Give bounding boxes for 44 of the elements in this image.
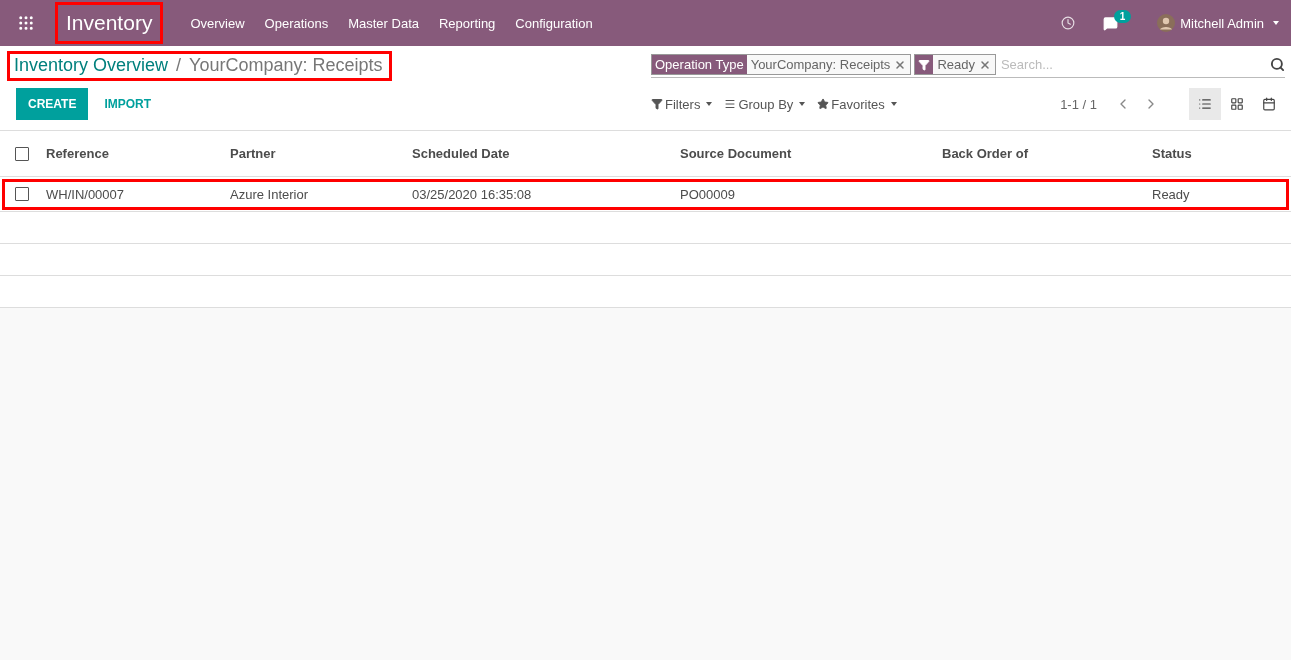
select-all-checkbox[interactable] (15, 146, 29, 161)
breadcrumb-link[interactable]: Inventory Overview (14, 55, 169, 76)
search-option-dropdown[interactable]: Filters (651, 96, 713, 112)
table-cell-text: PO00009 (680, 186, 736, 202)
menu-item[interactable]: Overview (180, 15, 255, 31)
search-option-dropdown[interactable]: Group By (724, 96, 806, 112)
search-option-dropdown[interactable]: Favorites (817, 96, 897, 112)
table-cell-text: Azure Interior (230, 186, 310, 202)
search-icon[interactable] (1270, 57, 1285, 72)
message-count-badge: 1 (1113, 9, 1132, 23)
menu-icon (724, 98, 737, 110)
menu-item[interactable]: Operations (254, 15, 339, 31)
calendar-icon (1262, 97, 1276, 111)
facet-label: Operation Type (652, 55, 747, 74)
column-header[interactable]: Reference (46, 146, 230, 161)
breadcrumb-current: YourCompany: Receipts (189, 55, 383, 76)
remove-icon[interactable] (978, 58, 991, 71)
menu-item[interactable]: Master Data (338, 15, 429, 31)
menu-item[interactable]: Reporting (429, 15, 506, 31)
search-bar[interactable]: Operation Type YourCompany: Receipts Ready Search... (651, 54, 1285, 78)
filter-icon (915, 55, 934, 74)
table-cell-text: WH/IN/00007 (46, 186, 126, 202)
grid-icon (1230, 97, 1244, 111)
menu-item[interactable]: Configuration (505, 15, 603, 31)
table-cell-text: 03/25/2020 16:35:08 (412, 186, 533, 202)
column-header[interactable]: Partner (230, 146, 412, 161)
column-header[interactable]: Scheduled Date (412, 146, 680, 161)
remove-icon[interactable] (894, 58, 907, 71)
breadcrumb-separator: / (176, 55, 182, 76)
row-checkbox[interactable] (15, 187, 29, 201)
filter-icon (651, 98, 663, 110)
avatar-icon (1157, 14, 1176, 32)
table-row[interactable]: WH/IN/00007 Azure Interior 03/25/2020 16:35:08 PO00009 Ready (0, 177, 1291, 212)
list-icon (1198, 97, 1212, 111)
column-header[interactable]: Status (1152, 146, 1288, 161)
table-cell-text: Ready (1152, 186, 1191, 202)
column-header[interactable]: Source Document (680, 146, 942, 161)
app-name: Inventory (58, 5, 161, 41)
user-menu[interactable]: Mitchell Admin (1149, 14, 1283, 32)
pager-value: 1-1 / 1 (1060, 96, 1097, 112)
column-header[interactable]: Back Order of (942, 146, 1152, 161)
facet-value: Ready (937, 57, 975, 72)
facet-value: YourCompany: Receipts (750, 57, 891, 72)
star-icon (817, 98, 830, 110)
